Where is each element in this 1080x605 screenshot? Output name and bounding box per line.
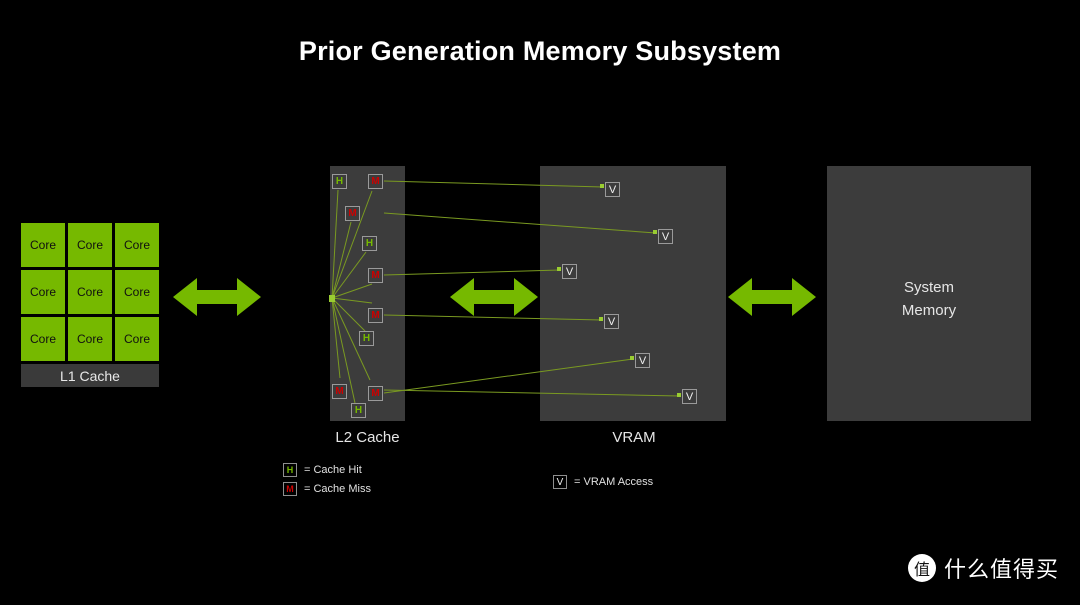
bidirectional-arrow-icon (173, 278, 261, 316)
system-memory-label: System Memory (827, 276, 1031, 322)
core-cell: Core (68, 270, 112, 314)
cache-hit-marker: H (362, 236, 377, 251)
l2-cache-label: L2 Cache (335, 429, 400, 446)
core-cell: Core (115, 270, 159, 314)
core-cell: Core (21, 270, 65, 314)
cache-miss-marker: M (345, 206, 360, 221)
legend-cache-miss-text: = Cache Miss (304, 483, 371, 495)
vram-access-marker: V (604, 314, 619, 329)
core-cell: Core (21, 317, 65, 361)
cache-miss-swatch: M (283, 482, 297, 496)
cache-miss-marker: M (368, 174, 383, 189)
vram-panel (540, 166, 726, 421)
vram-access-marker: V (562, 264, 577, 279)
cache-miss-marker: M (332, 384, 347, 399)
cache-miss-marker: M (368, 268, 383, 283)
system-memory-label-line2: Memory (901, 302, 957, 319)
legend-cache-hit-text: = Cache Hit (304, 464, 362, 476)
watermark-text: 什么值得买 (944, 558, 1060, 583)
core-grid: Core Core Core Core Core Core Core Core … (21, 223, 159, 361)
core-block: Core Core Core Core Core Core Core Core … (21, 223, 159, 391)
page-title: Prior Generation Memory Subsystem (298, 36, 782, 66)
core-cell: Core (115, 317, 159, 361)
system-memory-panel: System Memory (827, 166, 1031, 421)
vram-label: VRAM (612, 429, 656, 446)
vram-access-swatch: V (553, 475, 567, 489)
core-cell: Core (68, 317, 112, 361)
vram-access-marker: V (605, 182, 620, 197)
bidirectional-arrow-icon (728, 278, 816, 316)
core-cell: Core (115, 223, 159, 267)
slide-canvas: Prior Generation Memory Subsystem Core C… (0, 0, 1080, 605)
core-cell: Core (68, 223, 112, 267)
l2-cache-panel (330, 166, 405, 421)
cache-hit-swatch: H (283, 463, 297, 477)
cache-hit-marker: H (332, 174, 347, 189)
core-cell: Core (21, 223, 65, 267)
legend-vram-access: V = VRAM Access (553, 475, 653, 489)
legend-cache-hit: H = Cache Hit (283, 463, 362, 477)
bidirectional-arrow-icon (450, 278, 538, 316)
system-memory-label-line1: System (903, 279, 954, 296)
cache-miss-marker: M (368, 386, 383, 401)
cache-miss-marker: M (368, 308, 383, 323)
watermark: 值 什么值得买 (908, 552, 1059, 584)
vram-access-marker: V (635, 353, 650, 368)
legend-vram-access-text: = VRAM Access (574, 476, 654, 488)
l1-cache-bar: L1 Cache (21, 364, 159, 387)
legend-cache-miss: M = Cache Miss (283, 482, 371, 496)
vram-access-marker: V (658, 229, 673, 244)
watermark-logo-icon: 值 (908, 554, 936, 582)
cache-hit-marker: H (359, 331, 374, 346)
cache-hit-marker: H (351, 403, 366, 418)
vram-access-marker: V (682, 389, 697, 404)
